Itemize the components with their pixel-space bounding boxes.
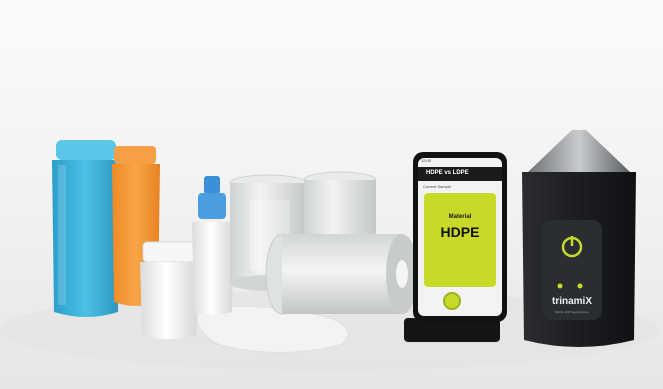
device-sub-label: Mobile NIR Spectroscopy: [555, 310, 589, 314]
battery-icon: [557, 283, 563, 289]
result-panel: [424, 193, 496, 287]
film-roll-lying: [265, 233, 418, 315]
phone-section-label: Current Sample: [423, 184, 452, 189]
phone-result-value: HDPE: [440, 224, 480, 240]
product-photo-scene: 12:00 HDPE vs LDPE Current Sample Materi…: [0, 0, 663, 389]
smartphone: [404, 152, 507, 342]
phone-app-title: HDPE vs LDPE: [426, 170, 469, 176]
scan-button-icon: [443, 292, 461, 310]
blue-bottle: [52, 140, 120, 317]
photo-illustration: [0, 0, 663, 389]
signal-icon: [577, 283, 583, 289]
white-jar: [140, 241, 198, 339]
device-brand-label: trinamiX: [551, 296, 592, 307]
phone-result-caption: Material: [448, 214, 472, 220]
nir-scanner-device: [522, 130, 636, 347]
phone-status-time: 12:00: [421, 158, 432, 163]
